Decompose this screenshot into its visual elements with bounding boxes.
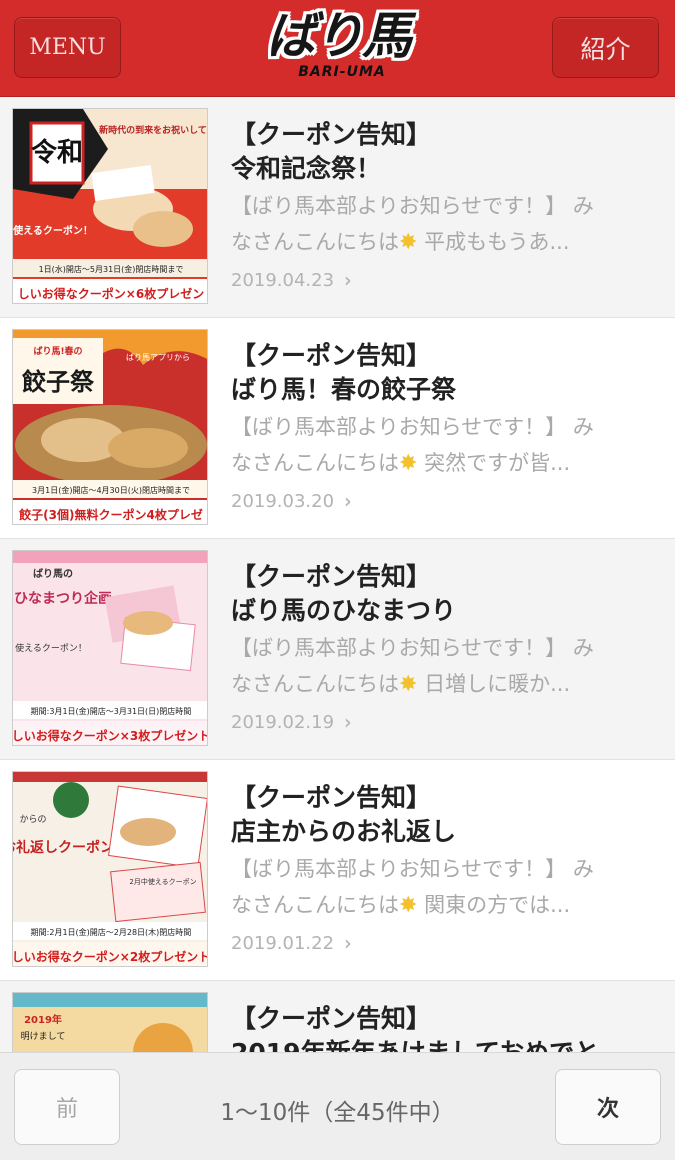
excerpt-line1: 【ばり馬本部よりお知らせです！】 み <box>231 636 594 660</box>
thumb-mid-text: 2月中使えるクーポン <box>129 877 196 886</box>
thumb-date-text: 期間:3月1日(金)開店〜3月31日(日)閉店時間 <box>31 706 192 716</box>
article-title-line1: 【クーポン告知】 <box>231 783 432 812</box>
chevron-right-icon: › <box>344 710 352 735</box>
pagination-bar: 前 1〜10件（全45件中） 次 <box>0 1052 675 1160</box>
excerpt-pre: なさんこんにちは <box>231 451 399 475</box>
bari-uma-logo[interactable]: ばり馬 BARI-UMA <box>265 4 412 92</box>
thumb-big-text: 令和 <box>31 137 83 168</box>
coupon-news-list[interactable]: 令和 新時代の到来をお祝いして 使えるクーポン！ 1日(水)開店〜5月31日(金… <box>0 97 675 1052</box>
article-thumbnail: 2019年 明けまして <box>12 992 208 1052</box>
list-item[interactable]: 2019年 明けまして 【クーポン告知】 2019年新年あけましておめでと <box>0 981 675 1052</box>
date-text: 2019.03.20 <box>231 491 335 512</box>
excerpt-line2: なさんこんにちは✸ 日増しに暖か... <box>231 666 641 703</box>
article-date: 2019.03.20 › <box>231 489 352 514</box>
excerpt-line1: 【ばり馬本部よりお知らせです！】 み <box>231 194 594 218</box>
article-title-line2: 店主からのお礼返し <box>231 817 457 846</box>
excerpt-line1: 【ばり馬本部よりお知らせです！】 み <box>231 857 594 881</box>
sparkle-icon: ✸ <box>399 451 418 476</box>
excerpt-line2: なさんこんにちは✸ 関東の方では... <box>231 887 641 924</box>
article-title: 【クーポン告知】 ばり馬！春の餃子祭 <box>231 339 651 407</box>
article-title-line1: 【クーポン告知】 <box>231 120 432 149</box>
article-title-line2: ばり馬！春の餃子祭 <box>231 375 457 404</box>
thumb-top-text: からの <box>19 814 46 825</box>
thumb-mid-text: ばり馬アプリから <box>126 353 190 362</box>
thumb-date-text: 期間:2月1日(金)開店〜2月28日(木)閉店時間 <box>31 927 192 937</box>
article-date: 2019.02.19 › <box>231 710 352 735</box>
excerpt-pre: なさんこんにちは <box>231 893 399 917</box>
thumb-bottom-text: しいお得なクーポン×3枚プレゼント <box>13 728 208 743</box>
intro-button[interactable]: 紹介 <box>552 17 659 78</box>
article-title-line1: 【クーポン告知】 <box>231 562 432 591</box>
sparkle-icon: ✸ <box>399 893 418 918</box>
list-item[interactable]: ばり馬の ひなまつり企画 使えるクーポン！ 期間:3月1日(金)開店〜3月31日… <box>0 539 675 760</box>
article-title-line2: ばり馬のひなまつり <box>231 596 457 625</box>
thumb-mid-text: 使えるクーポン！ <box>13 224 93 237</box>
list-item[interactable]: ばり馬!春の 餃子祭 ばり馬アプリから 3月1日(金)開店〜4月30日(火)閉店… <box>0 318 675 539</box>
excerpt-post: 突然ですが皆... <box>417 451 571 475</box>
logo-main-text: ばり馬 <box>266 7 412 65</box>
excerpt-post: 平成ももうあ... <box>417 230 570 254</box>
article-excerpt: 【ばり馬本部よりお知らせです！】 み なさんこんにちは✸ 日増しに暖か... <box>231 630 641 703</box>
thumb-bottom-text: 餃子(3個)無料クーポン4枚プレゼ <box>19 507 203 522</box>
article-title-line1: 【クーポン告知】 <box>231 1004 432 1033</box>
article-thumbnail: ばり馬の ひなまつり企画 使えるクーポン！ 期間:3月1日(金)開店〜3月31日… <box>12 550 208 746</box>
logo-sub-text: BARI-UMA <box>298 64 386 80</box>
thumb-big-text: 2019年 <box>24 1013 62 1026</box>
date-text: 2019.02.19 <box>231 712 335 733</box>
chevron-right-icon: › <box>344 931 352 956</box>
excerpt-line1: 【ばり馬本部よりお知らせです！】 み <box>231 415 594 439</box>
excerpt-line2: なさんこんにちは✸ 突然ですが皆... <box>231 445 641 482</box>
article-thumbnail: 令和 新時代の到来をお祝いして 使えるクーポン！ 1日(水)開店〜5月31日(金… <box>12 108 208 304</box>
excerpt-post: 日増しに暖か... <box>417 672 571 696</box>
thumb-date-text: 1日(水)開店〜5月31日(金)閉店時間まで <box>39 264 184 274</box>
thumb-big-text: お礼返しクーポン <box>13 839 114 856</box>
sparkle-icon: ✸ <box>399 672 418 697</box>
article-title: 【クーポン告知】 令和記念祭！ <box>231 118 651 186</box>
thumb-date-text: 3月1日(金)開店〜4月30日(火)閉店時間まで <box>32 485 190 495</box>
thumb-top-text: ばり馬!春の <box>33 345 82 357</box>
date-text: 2019.01.22 <box>231 933 335 954</box>
next-page-button[interactable]: 次 <box>555 1069 661 1145</box>
thumb-bottom-text: しいお得なクーポン×6枚プレゼン <box>18 286 204 301</box>
list-item[interactable]: からの お礼返しクーポン 2月中使えるクーポン 期間:2月1日(金)開店〜2月2… <box>0 760 675 981</box>
article-title: 【クーポン告知】 ばり馬のひなまつり <box>231 560 651 628</box>
sparkle-icon: ✸ <box>399 230 418 255</box>
article-date: 2019.04.23 › <box>231 268 352 293</box>
thumb-top-text: ばり馬の <box>33 567 73 580</box>
thumb-big-text: 餃子祭 <box>22 367 95 396</box>
article-excerpt: 【ばり馬本部よりお知らせです！】 み なさんこんにちは✸ 関東の方では... <box>231 851 641 924</box>
article-title-line2: 2019年新年あけましておめでと <box>231 1036 651 1052</box>
article-date: 2019.01.22 › <box>231 931 352 956</box>
menu-button[interactable]: MENU <box>14 17 121 78</box>
excerpt-pre: なさんこんにちは <box>231 230 399 254</box>
article-title: 【クーポン告知】 2019年新年あけましておめでと <box>231 1002 651 1052</box>
thumb-top-text: 新時代の到来をお祝いして <box>99 124 207 136</box>
excerpt-post: 関東の方では... <box>417 893 571 917</box>
article-excerpt: 【ばり馬本部よりお知らせです！】 み なさんこんにちは✸ 突然ですが皆... <box>231 409 641 482</box>
date-text: 2019.04.23 <box>231 270 335 291</box>
article-title-line1: 【クーポン告知】 <box>231 341 432 370</box>
chevron-right-icon: › <box>344 268 352 293</box>
thumb-top-text: 明けまして <box>21 1031 66 1042</box>
article-title: 【クーポン告知】 店主からのお礼返し <box>231 781 651 849</box>
excerpt-pre: なさんこんにちは <box>231 672 399 696</box>
app-header: MENU ばり馬 BARI-UMA 紹介 <box>0 0 675 97</box>
chevron-right-icon: › <box>344 489 352 514</box>
list-item[interactable]: 令和 新時代の到来をお祝いして 使えるクーポン！ 1日(水)開店〜5月31日(金… <box>0 97 675 318</box>
excerpt-line2: なさんこんにちは✸ 平成ももうあ... <box>231 224 641 261</box>
article-thumbnail: ばり馬!春の 餃子祭 ばり馬アプリから 3月1日(金)開店〜4月30日(火)閉店… <box>12 329 208 525</box>
thumb-mid-text: 使えるクーポン！ <box>15 642 87 654</box>
article-title-line2: 令和記念祭！ <box>231 154 382 183</box>
thumb-bottom-text: しいお得なクーポン×2枚プレゼント <box>13 949 208 964</box>
article-excerpt: 【ばり馬本部よりお知らせです！】 み なさんこんにちは✸ 平成ももうあ... <box>231 188 641 261</box>
article-thumbnail: からの お礼返しクーポン 2月中使えるクーポン 期間:2月1日(金)開店〜2月2… <box>12 771 208 967</box>
thumb-big-text: ひなまつり企画 <box>14 590 112 607</box>
